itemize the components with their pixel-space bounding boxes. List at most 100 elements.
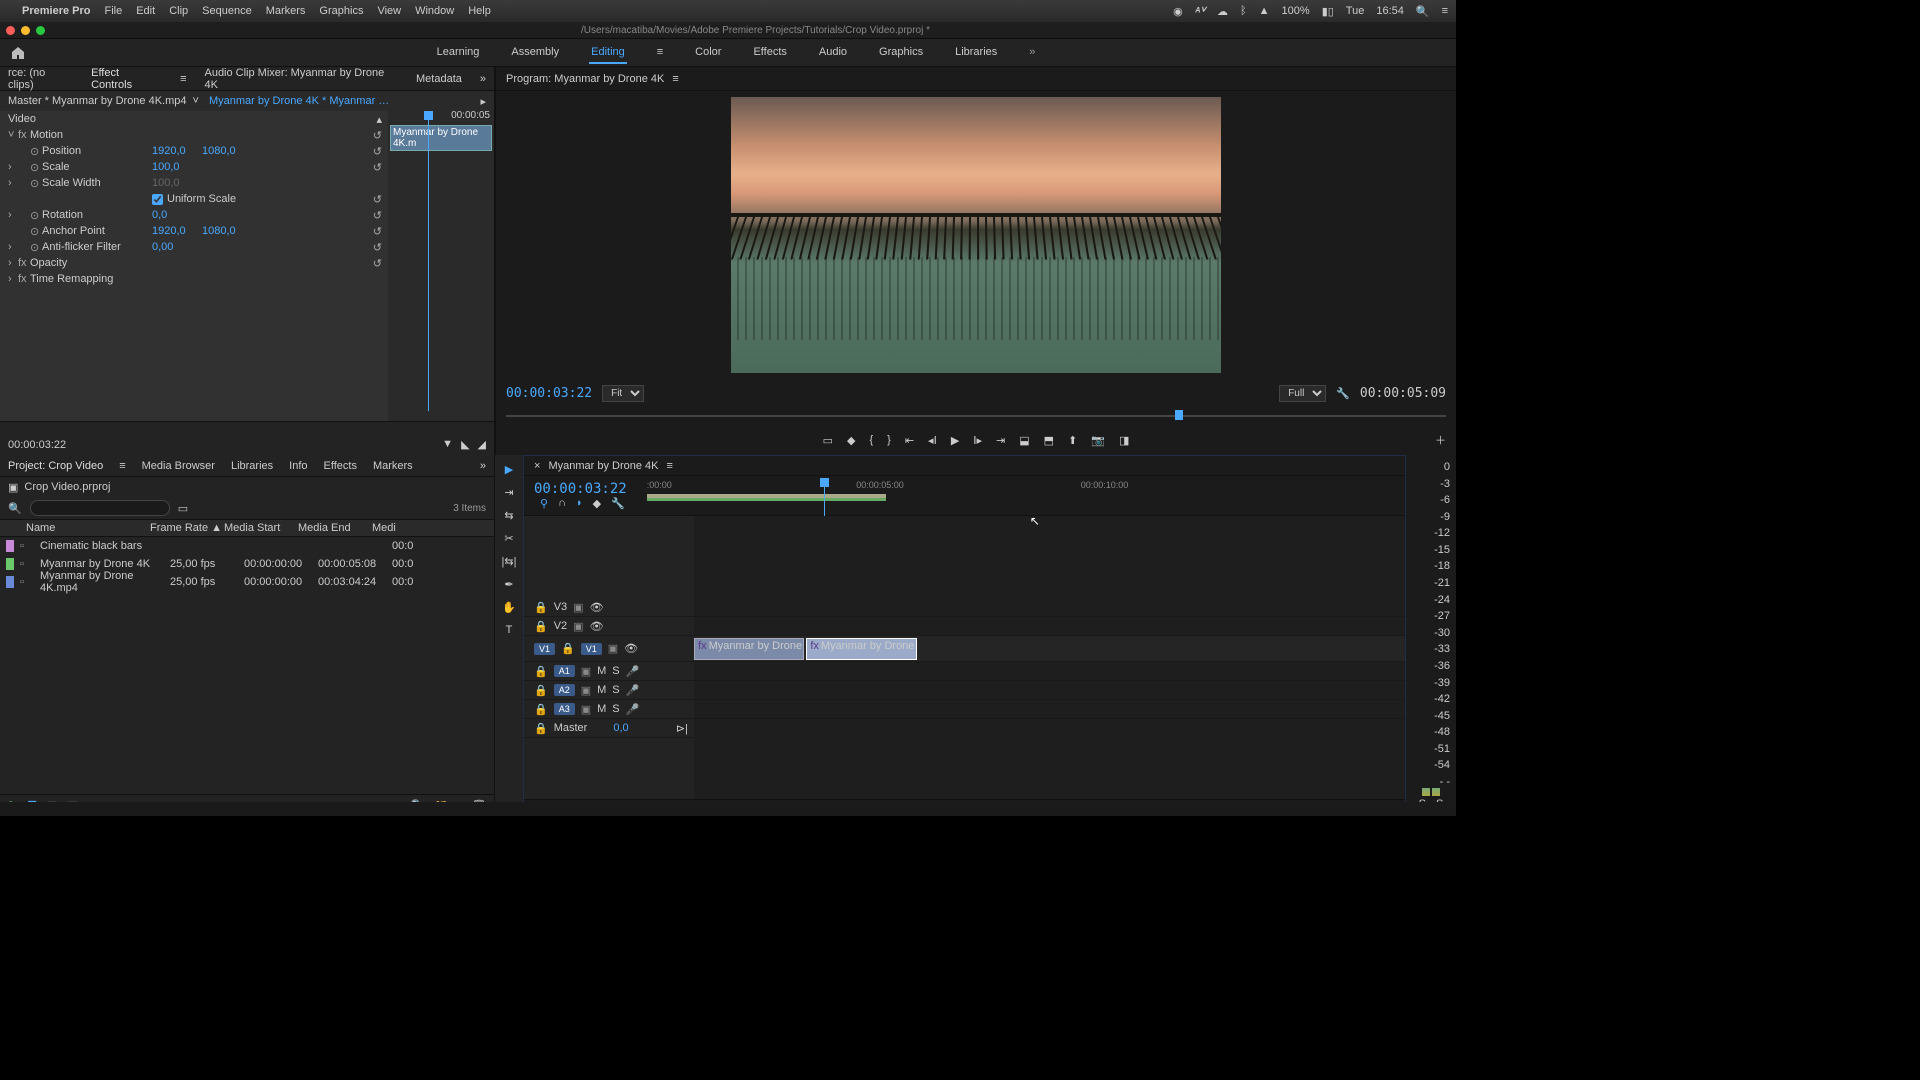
step-fwd-icon[interactable]: Ⅰ▸ bbox=[973, 434, 982, 447]
workspace-libraries[interactable]: Libraries bbox=[953, 42, 999, 64]
ec-timeline-clip[interactable]: Myanmar by Drone 4K.m bbox=[390, 125, 492, 151]
type-tool-icon[interactable]: T bbox=[506, 624, 513, 636]
project-search-input[interactable] bbox=[30, 500, 170, 516]
col-mediastart[interactable]: Media Start bbox=[224, 522, 298, 534]
ec-anchor-x[interactable]: 1920,0 bbox=[152, 225, 202, 237]
track-v2[interactable]: V2 bbox=[554, 620, 567, 632]
ec-flicker-v[interactable]: 0,00 bbox=[152, 241, 202, 253]
ec-opacity[interactable]: Opacity bbox=[30, 257, 140, 269]
menu-edit[interactable]: Edit bbox=[136, 5, 155, 17]
reset-icon[interactable]: ↺ bbox=[373, 225, 382, 238]
track-v1[interactable]: V1 bbox=[581, 643, 602, 655]
reset-icon[interactable]: ↺ bbox=[373, 161, 382, 174]
app-name[interactable]: Premiere Pro bbox=[22, 5, 90, 17]
tab-project-overflow[interactable]: » bbox=[480, 460, 486, 472]
ec-position-y[interactable]: 1080,0 bbox=[202, 145, 252, 157]
program-resolution-select[interactable]: Full bbox=[1279, 385, 1326, 402]
program-tab-menu[interactable]: ≡ bbox=[672, 73, 678, 85]
track-select-tool-icon[interactable]: ⇥ bbox=[504, 486, 513, 499]
av-icon[interactable]: ᴬⱽ bbox=[1195, 5, 1205, 18]
workspace-color[interactable]: Color bbox=[693, 42, 723, 64]
ec-motion[interactable]: Motion bbox=[30, 129, 140, 141]
camera-icon[interactable]: 📷 bbox=[1091, 434, 1105, 447]
export-frame-icon[interactable]: ⬆ bbox=[1068, 434, 1077, 447]
reset-icon[interactable]: ↺ bbox=[373, 193, 382, 206]
snap-icon[interactable]: ⚲ bbox=[540, 497, 548, 510]
minimize-window-button[interactable] bbox=[21, 26, 30, 35]
workspace-effects[interactable]: Effects bbox=[751, 42, 788, 64]
reset-icon[interactable]: ↺ bbox=[373, 241, 382, 254]
timeline-ruler[interactable]: :00:00 00:00:05:00 00:00:10:00 bbox=[647, 476, 1395, 515]
reset-icon[interactable]: ↺ bbox=[373, 257, 382, 270]
track-a1[interactable]: A1 bbox=[554, 665, 575, 677]
program-title[interactable]: Program: Myanmar by Drone 4K bbox=[506, 73, 664, 85]
tab-project[interactable]: Project: Crop Video bbox=[8, 460, 103, 472]
timeline-clip-1[interactable]: fxMyanmar by Drone 4K.mp4 bbox=[694, 638, 804, 660]
selection-tool-icon[interactable]: ▶ bbox=[505, 463, 513, 476]
bluetooth-icon[interactable]: ᛒ bbox=[1240, 5, 1247, 17]
timeline-clip-2[interactable]: fxMyanmar by Drone 4K.mp4 bbox=[806, 638, 916, 660]
marker-icon[interactable]: ◆ bbox=[847, 434, 855, 447]
ec-foot-timecode[interactable]: 00:00:03:22 bbox=[8, 439, 66, 451]
marker-icon[interactable]: ◆ bbox=[593, 497, 601, 510]
workspace-audio[interactable]: Audio bbox=[817, 42, 849, 64]
hand-tool-icon[interactable]: ✋ bbox=[502, 601, 516, 614]
ec-uniform-check[interactable] bbox=[152, 194, 163, 205]
tab-markers[interactable]: Markers bbox=[373, 460, 413, 472]
tab-audio-mixer[interactable]: Audio Clip Mixer: Myanmar by Drone 4K bbox=[204, 67, 398, 91]
ec-playhead[interactable] bbox=[428, 111, 429, 411]
step-back-icon[interactable]: ◂Ⅰ bbox=[928, 434, 937, 447]
tab-project-menu[interactable]: ≡ bbox=[119, 460, 125, 472]
col-mediaend[interactable]: Media End bbox=[298, 522, 372, 534]
reset-icon[interactable]: ↺ bbox=[373, 209, 382, 222]
slip-tool-icon[interactable]: |⇆| bbox=[502, 555, 517, 568]
ec-arrow-icon[interactable]: ▸ bbox=[480, 95, 486, 108]
menu-help[interactable]: Help bbox=[468, 5, 491, 17]
home-icon[interactable] bbox=[10, 45, 26, 61]
ec-position-x[interactable]: 1920,0 bbox=[152, 145, 202, 157]
menu-window[interactable]: Window bbox=[415, 5, 454, 17]
tab-effect-controls[interactable]: Effect Controls bbox=[91, 67, 162, 91]
filter-icon[interactable]: ▼ bbox=[442, 438, 453, 451]
menu-clip[interactable]: Clip bbox=[169, 5, 188, 17]
menu-sequence[interactable]: Sequence bbox=[202, 5, 252, 17]
workspace-assembly[interactable]: Assembly bbox=[509, 42, 561, 64]
marker-add-icon[interactable]: ◗ bbox=[576, 497, 583, 510]
lift-icon[interactable]: ⬓ bbox=[1019, 434, 1029, 447]
in-point-icon[interactable]: { bbox=[869, 434, 873, 446]
tab-metadata[interactable]: Metadata bbox=[416, 73, 462, 85]
tab-info[interactable]: Info bbox=[289, 460, 307, 472]
reset-icon[interactable]: ↺ bbox=[373, 129, 382, 142]
zoom-window-button[interactable] bbox=[36, 26, 45, 35]
tab-libraries[interactable]: Libraries bbox=[231, 460, 273, 472]
reset-icon[interactable]: ↺ bbox=[373, 145, 382, 158]
ec-timeremap[interactable]: Time Remapping bbox=[30, 273, 140, 285]
tab-source[interactable]: rce: (no clips) bbox=[8, 67, 73, 91]
keyframe-in-icon[interactable]: ◢ bbox=[478, 438, 486, 451]
master-level[interactable]: 0,0 bbox=[613, 722, 628, 734]
compare-icon[interactable]: ◨ bbox=[1119, 434, 1129, 447]
workspace-learning[interactable]: Learning bbox=[435, 42, 482, 64]
new-bin-icon[interactable]: ▭ bbox=[178, 502, 188, 515]
tab-media-browser[interactable]: Media Browser bbox=[142, 460, 215, 472]
tab-ec-menu[interactable]: ≡ bbox=[180, 73, 186, 85]
track-v3[interactable]: V3 bbox=[554, 601, 567, 613]
track-master[interactable]: Master bbox=[554, 722, 588, 734]
button-editor-icon[interactable]: ＋ bbox=[1435, 432, 1446, 448]
timeline-tab-menu[interactable]: ≡ bbox=[666, 460, 672, 472]
timeline-timecode[interactable]: 00:00:03:22 bbox=[534, 481, 627, 497]
goto-out-icon[interactable]: ⇥ bbox=[996, 434, 1005, 447]
program-zoom-select[interactable]: Fit bbox=[602, 385, 644, 402]
out-point-icon[interactable]: } bbox=[887, 434, 891, 446]
program-timecode[interactable]: 00:00:03:22 bbox=[506, 386, 592, 401]
wrench-icon[interactable]: 🔧 bbox=[1336, 387, 1350, 400]
workspace-overflow[interactable]: » bbox=[1027, 42, 1037, 64]
goto-in-icon[interactable]: ⇤ bbox=[905, 434, 914, 447]
ec-scale-v[interactable]: 100,0 bbox=[152, 161, 202, 173]
ec-anchor-y[interactable]: 1080,0 bbox=[202, 225, 252, 237]
timeline-content[interactable]: fxMyanmar by Drone 4K.mp4 fxMyanmar by D… bbox=[694, 516, 1405, 799]
ec-video-pin-icon[interactable]: ▴ bbox=[376, 113, 382, 126]
timeline-title[interactable]: Myanmar by Drone 4K bbox=[548, 460, 658, 472]
project-row[interactable]: ▫Myanmar by Drone 4K.mp425,00 fps00:00:0… bbox=[0, 573, 494, 591]
spotlight-icon[interactable]: 🔍 bbox=[1416, 5, 1430, 18]
